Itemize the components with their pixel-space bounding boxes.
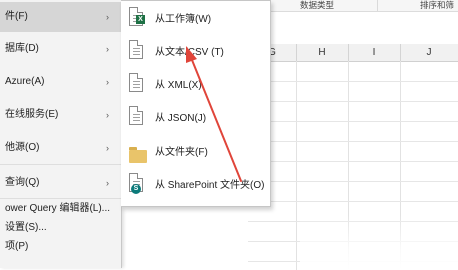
submenu-item-from-xml[interactable]: 从 XML(X) <box>121 69 270 103</box>
submenu-item-from-folder[interactable]: 从文件夹(F) <box>121 136 270 170</box>
grid-line <box>248 81 458 82</box>
menu-separator <box>0 198 121 199</box>
menu-item-label: Azure(A) <box>5 76 45 87</box>
chevron-right-icon: › <box>106 77 109 87</box>
sort-filter-group-label: 排序和筛 <box>420 0 455 10</box>
grid-line <box>248 181 458 182</box>
menu-item-from-azure[interactable]: Azure(A) › <box>0 67 121 97</box>
menu-item-from-database[interactable]: 据库(D) › <box>0 34 121 64</box>
menu-item-label: 据库(D) <box>5 43 39 54</box>
menu-item-query-options[interactable]: 项(P) <box>0 238 121 256</box>
menu-item-label: 设置(S)... <box>5 222 47 233</box>
text-csv-file-icon <box>129 40 145 64</box>
sharepoint-folder-icon: S <box>129 173 145 197</box>
menu-item-data-source-settings[interactable]: 设置(S)... <box>0 219 121 237</box>
column-header-j[interactable]: J <box>400 44 458 61</box>
grid-line <box>248 101 458 102</box>
menu-item-from-file[interactable]: 件(F) › <box>0 2 121 32</box>
column-header-h[interactable]: H <box>296 44 349 61</box>
submenu-item-from-text-csv[interactable]: 从文本/CSV (T) <box>121 36 270 70</box>
json-file-icon <box>129 106 145 130</box>
menu-item-from-online-services[interactable]: 在线服务(E) › <box>0 100 121 130</box>
column-header-i[interactable]: I <box>348 44 401 61</box>
menu-item-label: 件(F) <box>5 11 28 22</box>
menu-separator <box>0 164 121 165</box>
excel-workbook-icon: X <box>129 7 145 31</box>
submenu-item-label: 从 JSON(J) <box>155 113 207 124</box>
grid-line <box>248 161 458 162</box>
menu-item-power-query-editor[interactable]: ower Query 编辑器(L)... <box>0 200 121 218</box>
chevron-right-icon: › <box>106 178 109 188</box>
menu-item-label: 他源(O) <box>5 142 40 153</box>
get-data-menu: 件(F) › 据库(D) › Azure(A) › 在线服务(E) › 他源(O… <box>0 0 122 268</box>
submenu-item-label: 从文本/CSV (T) <box>155 47 224 58</box>
submenu-item-label: 从工作簿(W) <box>155 14 212 25</box>
chevron-right-icon: › <box>106 110 109 120</box>
data-types-group-label: 数据类型 <box>300 0 335 10</box>
grid-line <box>248 141 458 142</box>
chevron-right-icon: › <box>106 143 109 153</box>
folder-icon <box>129 140 147 164</box>
submenu-item-label: 从 SharePoint 文件夹(O) <box>155 180 265 191</box>
submenu-item-from-json[interactable]: 从 JSON(J) <box>121 102 270 136</box>
grid-line <box>248 121 458 122</box>
column-header-row: G H I J <box>248 44 458 62</box>
menu-item-combine-queries[interactable]: 查询(Q) › <box>0 168 121 198</box>
menu-item-label: 项(P) <box>5 241 29 252</box>
from-file-submenu: X 从工作簿(W) 从文本/CSV (T) 从 XML(X) 从 JSON(J)… <box>121 0 271 207</box>
submenu-item-from-workbook[interactable]: X 从工作簿(W) <box>121 3 270 37</box>
submenu-item-label: 从 XML(X) <box>155 80 202 91</box>
grid-line <box>248 201 458 202</box>
ribbon-separator <box>377 0 378 11</box>
menu-item-label: 在线服务(E) <box>5 109 59 120</box>
menu-item-label: ower Query 编辑器(L)... <box>5 203 111 214</box>
submenu-item-label: 从文件夹(F) <box>155 147 208 158</box>
menu-item-label: 查询(Q) <box>5 177 40 188</box>
submenu-item-from-sharepoint-folder[interactable]: S 从 SharePoint 文件夹(O) <box>121 169 270 203</box>
chevron-right-icon: › <box>106 44 109 54</box>
image-fade <box>300 215 458 270</box>
xml-file-icon <box>129 73 145 97</box>
grid-line <box>296 61 297 270</box>
chevron-right-icon: › <box>106 12 109 22</box>
menu-item-from-other-sources[interactable]: 他源(O) › <box>0 133 121 163</box>
